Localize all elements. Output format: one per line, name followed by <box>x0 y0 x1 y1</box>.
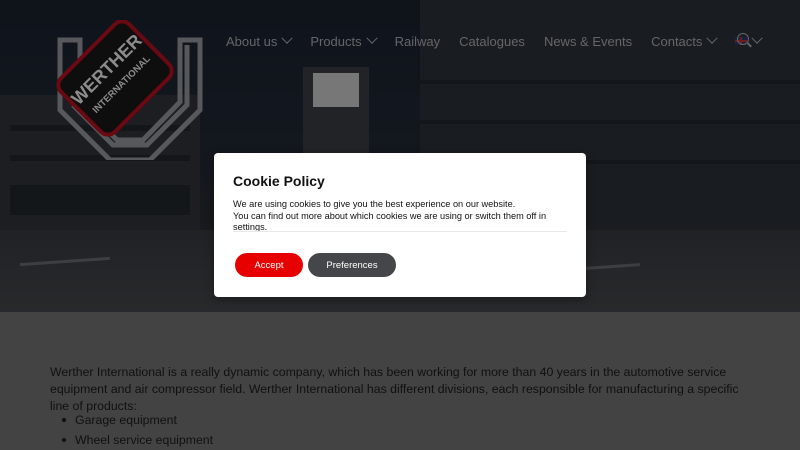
accept-button[interactable]: Accept <box>235 253 303 277</box>
divider <box>233 231 567 232</box>
cookie-policy-message: We are using cookies to give you the bes… <box>233 199 573 234</box>
preferences-button[interactable]: Preferences <box>308 253 396 277</box>
cookie-policy-dialog: Cookie Policy We are using cookies to gi… <box>214 153 586 297</box>
cookie-policy-title: Cookie Policy <box>233 173 325 189</box>
cookie-message-line1: We are using cookies to give you the bes… <box>233 199 516 209</box>
cookie-message-text: You can find out more about which cookie… <box>233 210 547 221</box>
